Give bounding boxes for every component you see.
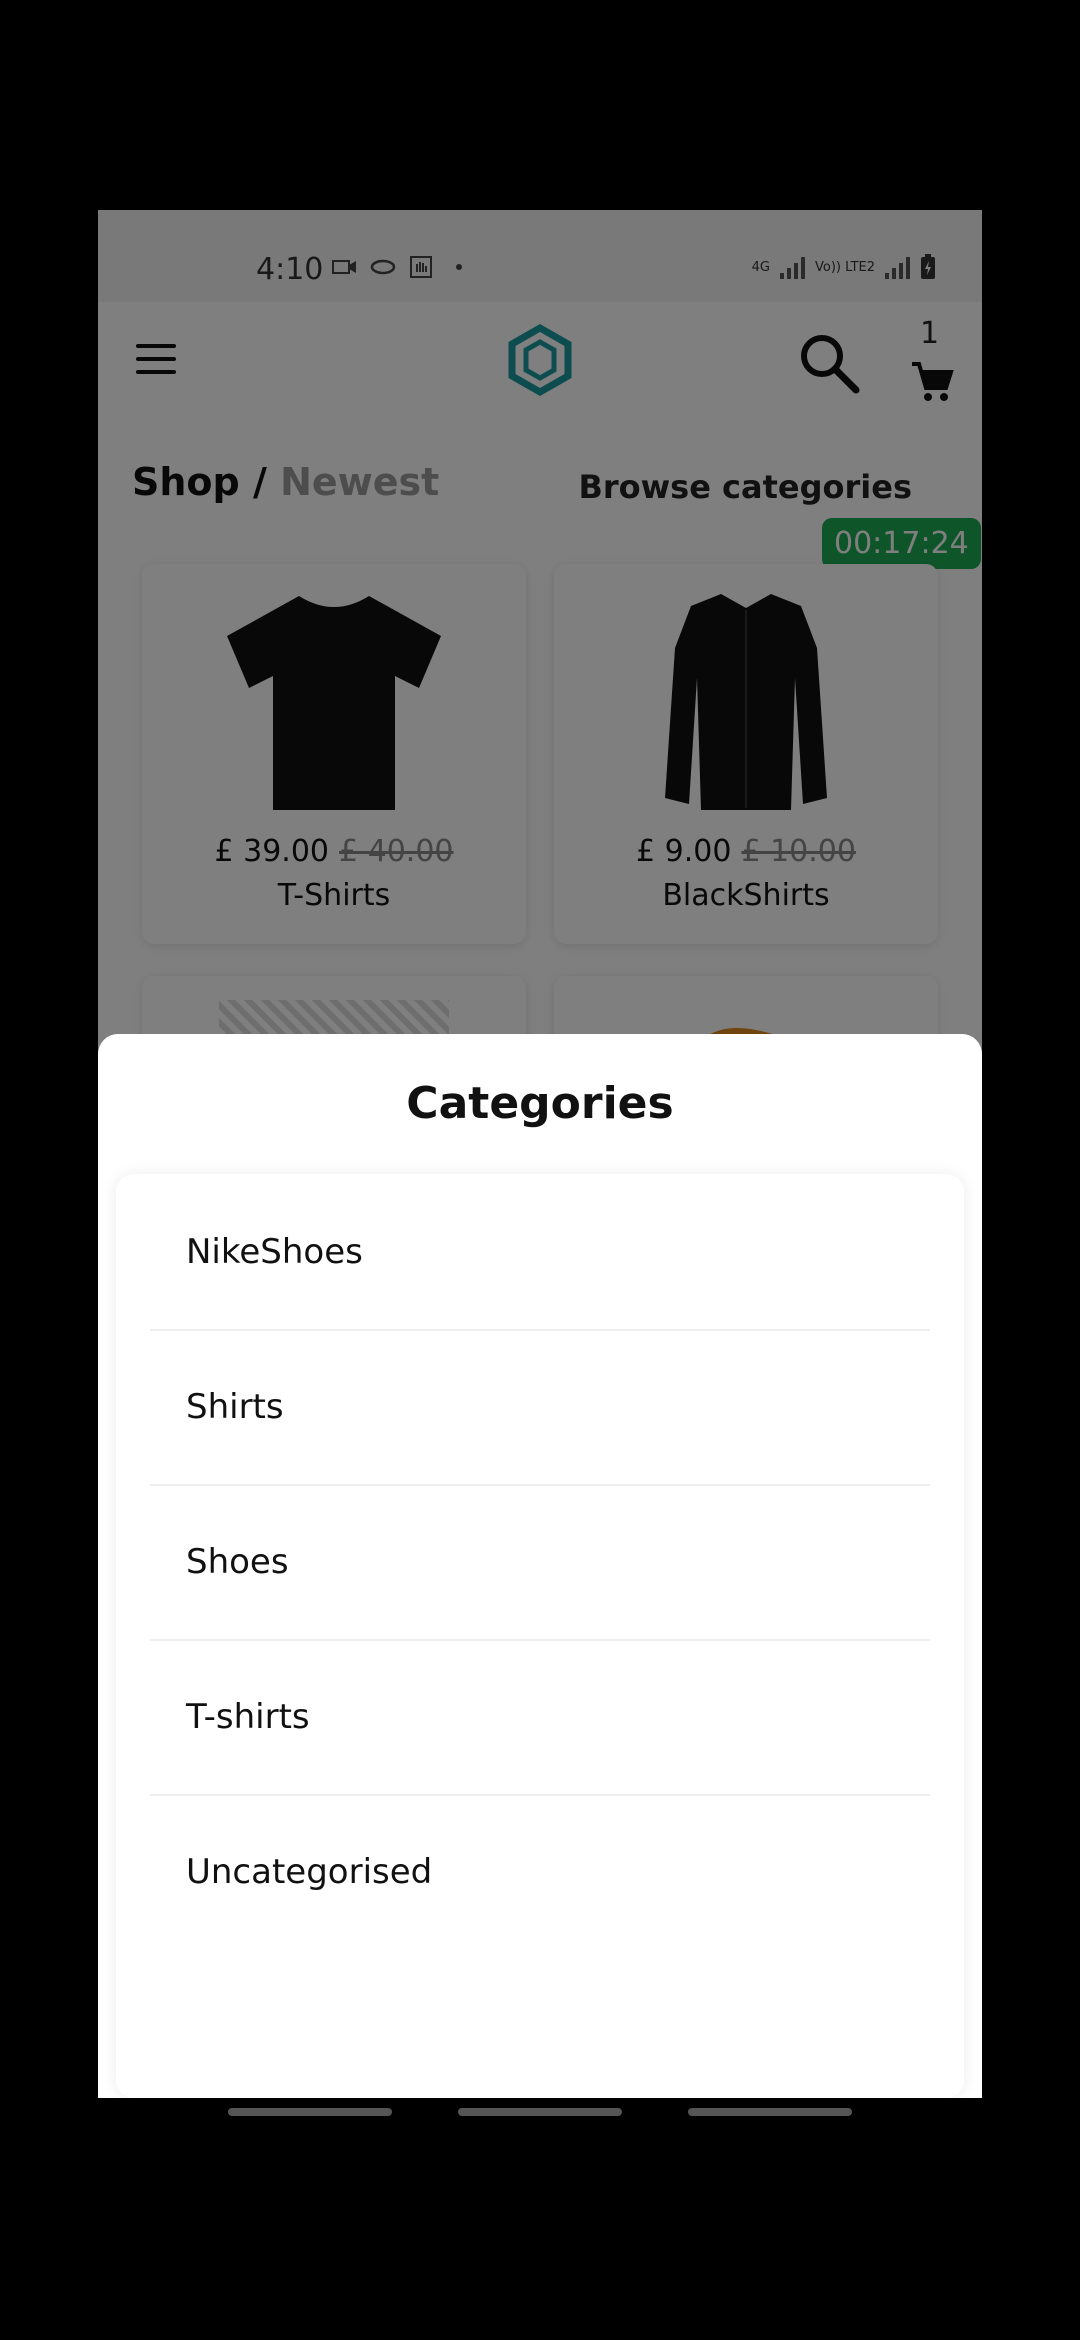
nav-recents-handle[interactable] [228,2108,392,2116]
navigation-bar [0,2108,1080,2120]
categories-sheet: Categories NikeShoes Shirts Shoes T-shir… [98,1034,982,2098]
phone-screen: 4:10 4G Vo)) LTE2 1 [98,210,982,2098]
category-list: NikeShoes Shirts Shoes T-shirts Uncatego… [116,1174,964,2098]
category-label: T-shirts [186,1696,310,1737]
category-item-uncategorised[interactable]: Uncategorised [150,1794,930,1949]
category-label: Shoes [186,1541,289,1582]
category-item-tshirts[interactable]: T-shirts [150,1639,930,1796]
category-item-shirts[interactable]: Shirts [150,1329,930,1486]
category-label: Uncategorised [186,1851,433,1892]
category-item-nikeshoes[interactable]: NikeShoes [150,1174,930,1331]
category-label: Shirts [186,1386,284,1427]
nav-back-handle[interactable] [688,2108,852,2116]
category-label: NikeShoes [186,1231,363,1272]
category-item-shoes[interactable]: Shoes [150,1484,930,1641]
sheet-title: Categories [406,1078,674,1129]
nav-home-handle[interactable] [458,2108,622,2116]
